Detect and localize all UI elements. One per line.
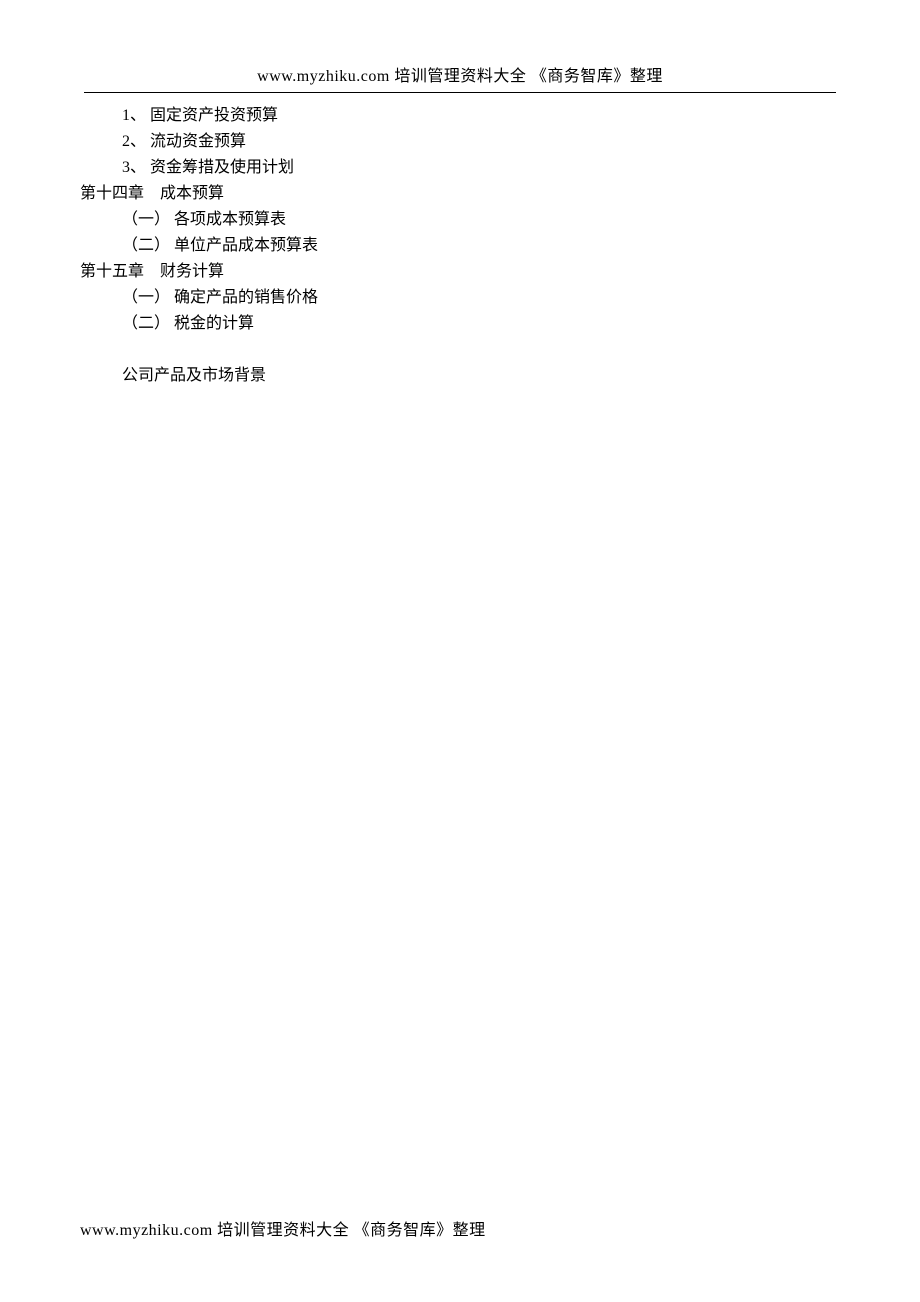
- list-item: （二） 单位产品成本预算表: [80, 233, 840, 259]
- list-item: （一） 各项成本预算表: [80, 207, 840, 233]
- document-page: www.myzhiku.com 培训管理资料大全 《商务智库》整理 1、 固定资…: [0, 0, 920, 389]
- header-text: www.myzhiku.com 培训管理资料大全 《商务智库》整理: [257, 68, 663, 85]
- page-footer: www.myzhiku.com 培训管理资料大全 《商务智库》整理: [80, 1216, 486, 1240]
- document-content: 1、 固定资产投资预算 2、 流动资金预算 3、 资金筹措及使用计划 第十四章 …: [80, 103, 840, 389]
- list-item: 3、 资金筹措及使用计划: [80, 155, 840, 181]
- chapter-heading: 第十五章 财务计算: [80, 259, 840, 285]
- chapter-heading: 第十四章 成本预算: [80, 181, 840, 207]
- section-heading: 公司产品及市场背景: [80, 363, 840, 389]
- list-item: （二） 税金的计算: [80, 311, 840, 337]
- page-header: www.myzhiku.com 培训管理资料大全 《商务智库》整理: [84, 62, 836, 93]
- footer-text: www.myzhiku.com 培训管理资料大全 《商务智库》整理: [80, 1222, 486, 1239]
- list-item: 1、 固定资产投资预算: [80, 103, 840, 129]
- list-item: （一） 确定产品的销售价格: [80, 285, 840, 311]
- list-item: 2、 流动资金预算: [80, 129, 840, 155]
